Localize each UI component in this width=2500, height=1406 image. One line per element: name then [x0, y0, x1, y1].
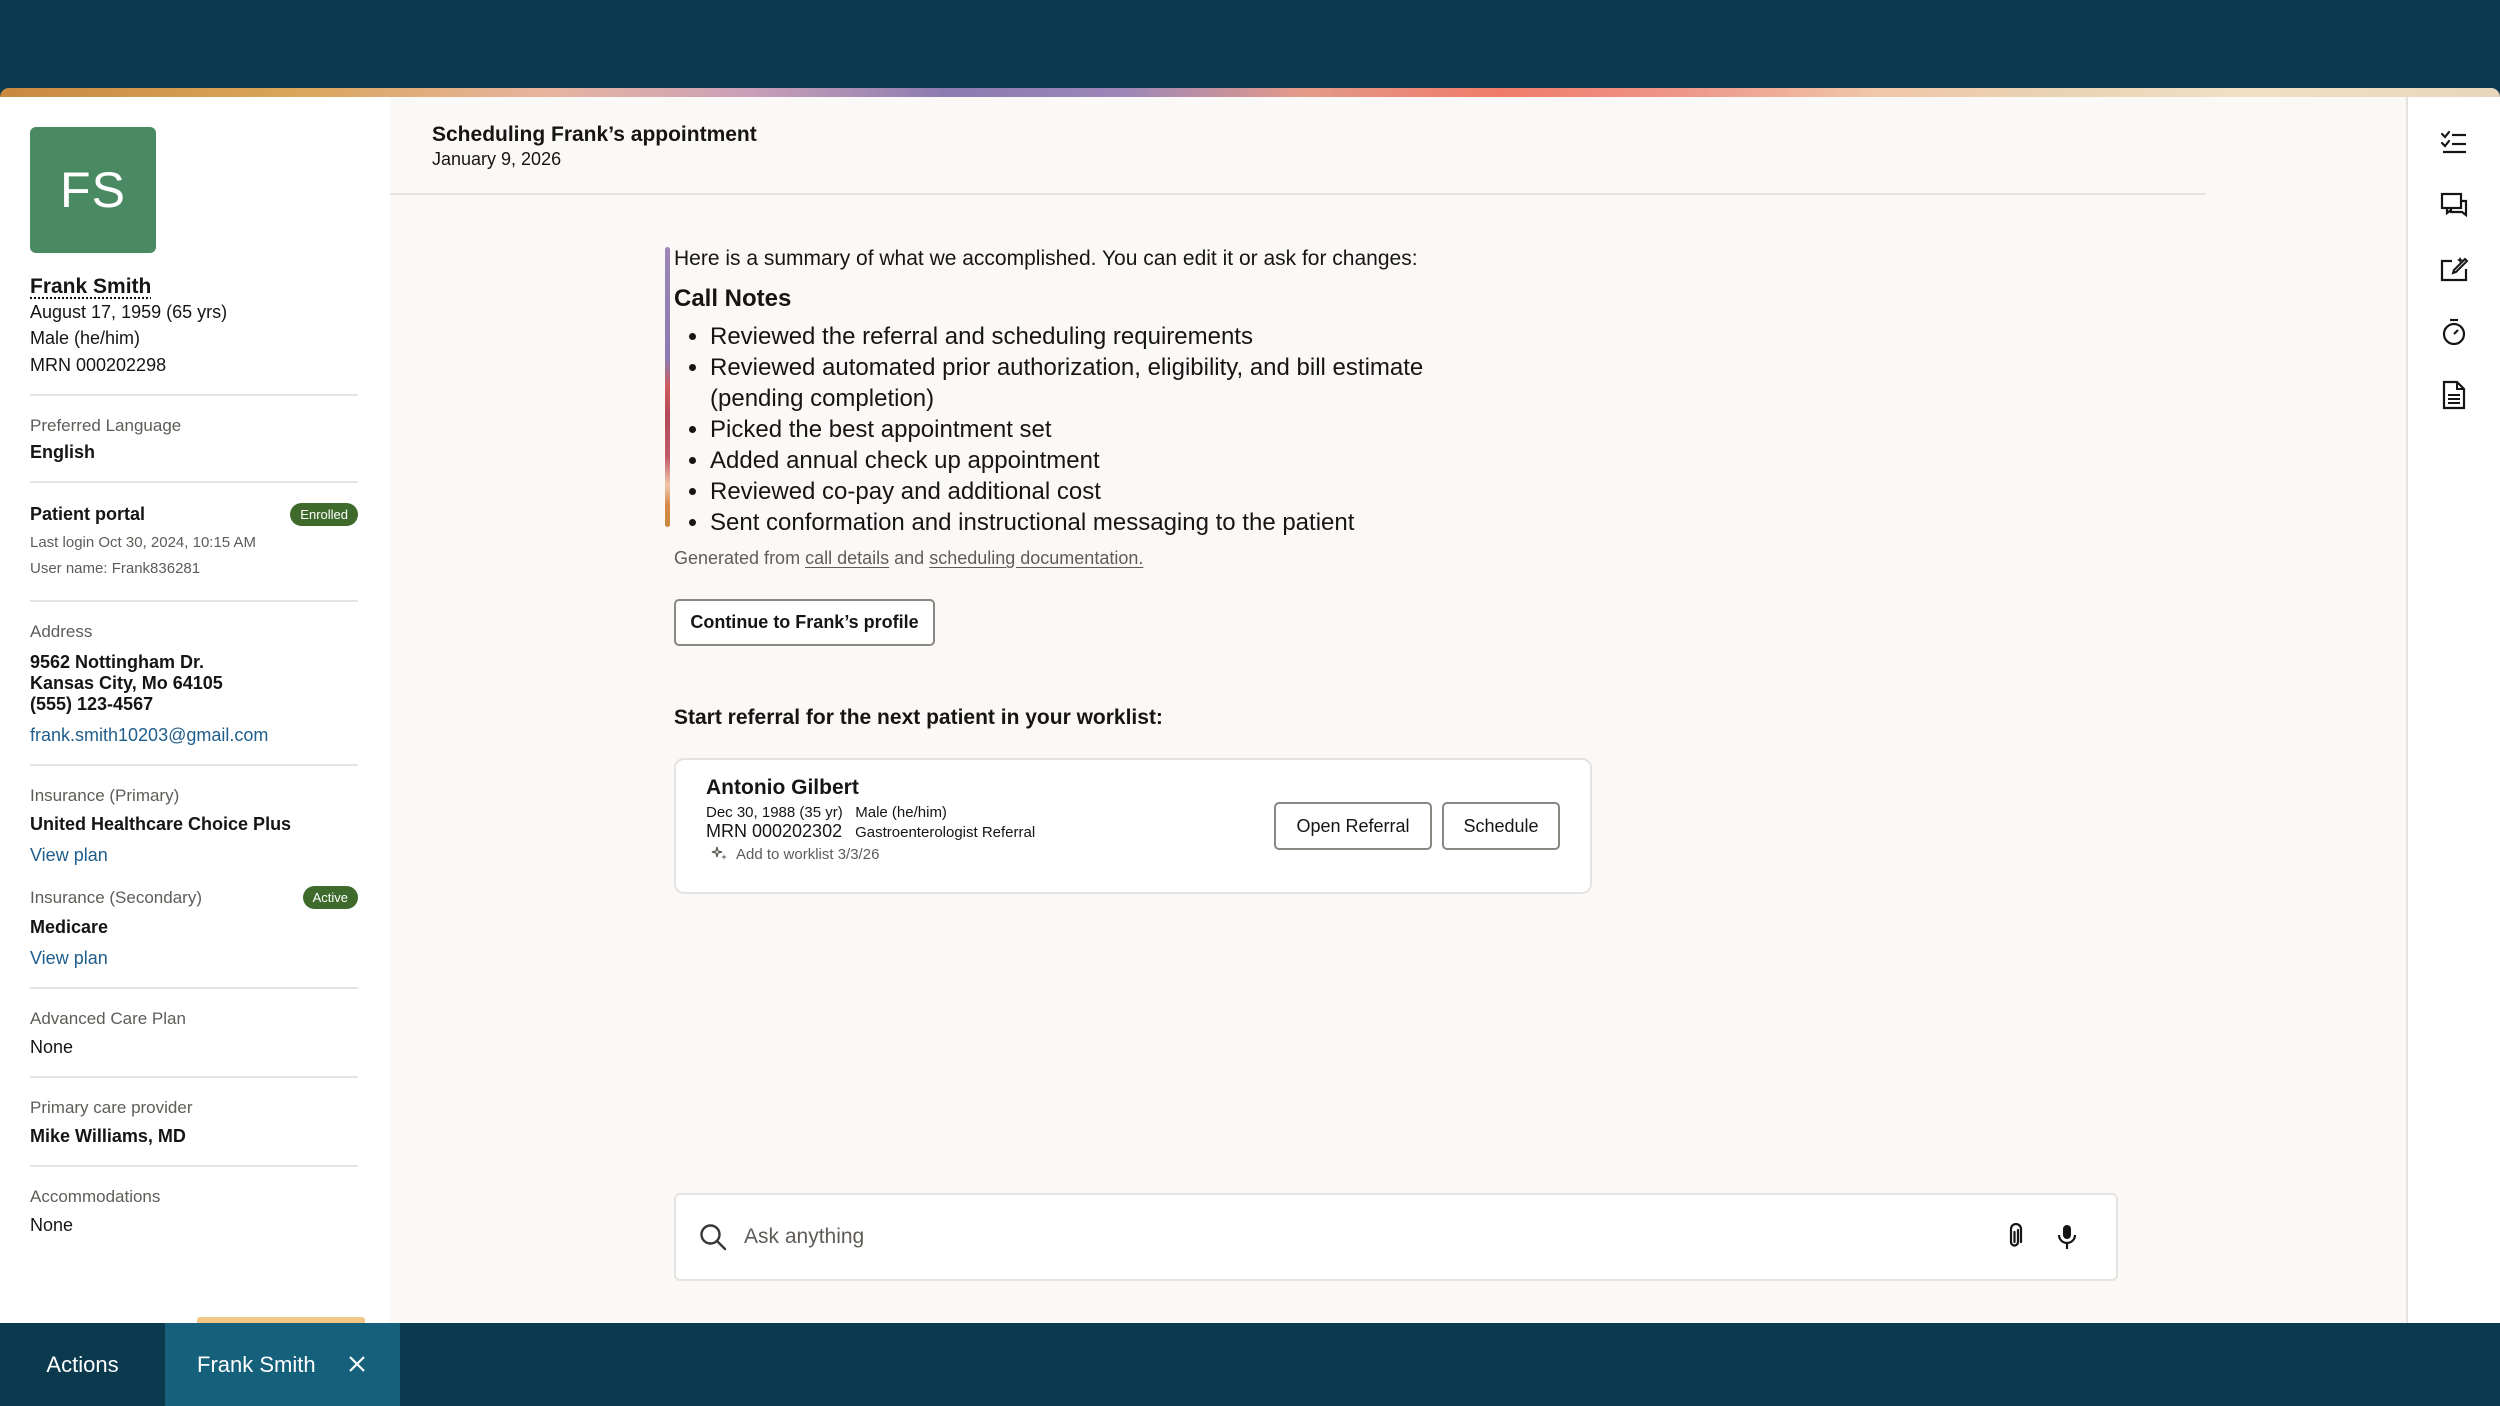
divider [30, 481, 358, 483]
open-referral-button[interactable]: Open Referral [1274, 802, 1432, 850]
patient-sidebar: FS Frank Smith August 17, 1959 (65 yrs) … [0, 97, 390, 1323]
username: User name: Frank836281 [30, 560, 201, 577]
decorative-stripe [0, 88, 2500, 97]
view-plan-primary-link[interactable]: View plan [30, 845, 360, 866]
address-line1: 9562 Nottingham Dr. [30, 652, 205, 672]
portal-label: Patient portal [30, 504, 146, 524]
view-plan-secondary-link[interactable]: View plan [30, 948, 360, 969]
patient-dob: August 17, 1959 (65 yrs) [30, 302, 228, 322]
generated-and: and [894, 548, 925, 568]
list-item: Sent conformation and instructional mess… [710, 507, 1494, 538]
insurance-primary-value: United Healthcare Choice Plus [30, 814, 292, 834]
insurance-secondary-row: Insurance (Secondary) Active [30, 886, 358, 909]
divider [30, 1076, 358, 1078]
preferred-language-value: English [30, 442, 96, 462]
address: 9562 Nottingham Dr. Kansas City, Mo 6410… [30, 652, 360, 715]
primary-care-provider-value: Mike Williams, MD [30, 1126, 186, 1146]
address-line2: Kansas City, Mo 64105 [30, 673, 223, 693]
summary-intro: Here is a summary of what we accomplishe… [674, 247, 1418, 270]
search-icon [698, 1222, 728, 1252]
worklist-date: Add to worklist 3/3/26 [736, 845, 880, 863]
page-title: Scheduling Frank’s appointment [432, 123, 757, 146]
page-header: Scheduling Frank’s appointment January 9… [390, 97, 2206, 195]
edit-export-icon[interactable] [2438, 253, 2470, 285]
divider [30, 764, 358, 766]
app-window: FS Frank Smith August 17, 1959 (65 yrs) … [0, 97, 2500, 1323]
divider [30, 1165, 358, 1167]
checklist-icon[interactable] [2438, 127, 2470, 159]
accent-bar [665, 247, 670, 527]
call-notes-list[interactable]: Reviewed the referral and scheduling req… [674, 321, 1494, 538]
generated-prefix: Generated from [674, 548, 801, 568]
last-login: Last login Oct 30, 2024, 10:15 AM [30, 534, 256, 551]
microphone-icon[interactable] [2056, 1223, 2078, 1251]
address-label: Address [30, 622, 93, 641]
card-actions: Open Referral Schedule [1274, 802, 1560, 850]
accommodations-value: None [30, 1215, 74, 1235]
preferred-language-label: Preferred Language [30, 416, 182, 435]
call-notes-title: Call Notes [674, 285, 792, 312]
patient-mrn: MRN 000202298 [30, 355, 167, 375]
tab-label: Frank Smith [197, 1351, 316, 1377]
list-item: Reviewed the referral and scheduling req… [710, 321, 1494, 352]
active-tab-indicator [197, 1317, 365, 1323]
generated-from: Generated from call details and scheduli… [674, 548, 1494, 569]
bottom-taskbar: Actions Frank Smith [0, 1317, 2500, 1406]
next-patient-referral: Gastroenterologist Referral [855, 824, 1036, 841]
divider [30, 394, 358, 396]
avatar: FS [30, 127, 156, 253]
next-patient-name: Antonio Gilbert [706, 776, 859, 799]
close-icon[interactable] [346, 1353, 368, 1375]
sparkle-icon [710, 844, 730, 864]
document-icon[interactable] [2438, 379, 2470, 411]
right-tool-rail [2406, 97, 2500, 1323]
list-item: Picked the best appointment set [710, 414, 1494, 445]
actions-tab[interactable]: Actions [0, 1323, 165, 1406]
primary-care-provider-label: Primary care provider [30, 1098, 193, 1117]
insurance-secondary-label: Insurance (Secondary) [30, 887, 202, 907]
divider [30, 987, 358, 989]
summary-panel: Here is a summary of what we accomplishe… [665, 247, 1592, 894]
insurance-primary-label: Insurance (Primary) [30, 786, 180, 805]
main-content: Scheduling Frank’s appointment January 9… [390, 97, 2206, 1323]
accommodations-label: Accommodations [30, 1187, 161, 1206]
top-bar [0, 0, 2500, 88]
list-item: Added annual check up appointment [710, 445, 1494, 476]
divider [30, 600, 358, 602]
insurance-secondary-value: Medicare [30, 917, 109, 937]
ask-bar [674, 1193, 2118, 1281]
list-item: Reviewed automated prior authorization, … [710, 352, 1494, 414]
advanced-care-plan-value: None [30, 1037, 74, 1057]
next-patient-mrn: MRN 000202302 [706, 821, 843, 841]
next-patient-card: Antonio Gilbert Dec 30, 1988 (35 yr) Mal… [674, 758, 1592, 894]
schedule-button[interactable]: Schedule [1442, 802, 1560, 850]
chat-icon[interactable] [2438, 190, 2470, 222]
ask-input[interactable] [744, 1225, 1974, 1249]
portal-row: Patient portal Enrolled [30, 503, 358, 526]
patient-name[interactable]: Frank Smith [30, 275, 360, 299]
email-link[interactable]: frank.smith10203@gmail.com [30, 725, 360, 746]
next-patient-heading: Start referral for the next patient in y… [674, 706, 1163, 729]
status-badge: Active [302, 886, 358, 909]
continue-to-profile-button[interactable]: Continue to Frank’s profile [674, 599, 935, 646]
patient-sex: Male (he/him) [30, 328, 141, 348]
scheduling-documentation-link[interactable]: scheduling documentation. [929, 548, 1143, 568]
phone: (555) 123-4567 [30, 694, 154, 714]
paperclip-icon[interactable] [2004, 1223, 2026, 1251]
page-date: January 9, 2026 [432, 149, 562, 169]
tab-frank-smith[interactable]: Frank Smith [165, 1317, 400, 1406]
advanced-care-plan-label: Advanced Care Plan [30, 1009, 186, 1028]
list-item: Reviewed co-pay and additional cost [710, 476, 1494, 507]
timer-icon[interactable] [2438, 316, 2470, 348]
call-details-link[interactable]: call details [805, 548, 889, 568]
status-badge: Enrolled [290, 503, 358, 526]
